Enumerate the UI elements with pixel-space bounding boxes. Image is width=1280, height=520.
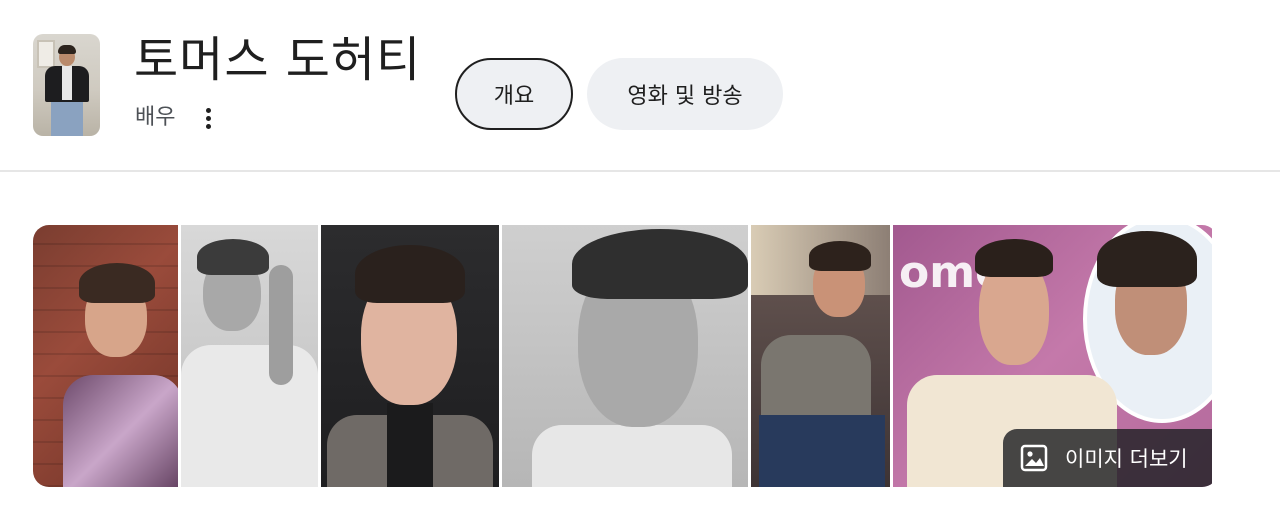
more-images-button[interactable]: 이미지 더보기 bbox=[1003, 429, 1212, 487]
gallery-image-1[interactable] bbox=[33, 225, 178, 487]
tab-movies-tv-label: 영화 및 방송 bbox=[627, 84, 743, 109]
image-gallery: omc 이미지 더보기 bbox=[33, 225, 1218, 487]
more-images-label: 이미지 더보기 bbox=[1065, 447, 1188, 471]
gallery-image-5[interactable] bbox=[751, 225, 890, 487]
knowledge-panel-header: 토머스 도허티 배우 개요 영화 및 방송 bbox=[0, 0, 1280, 170]
tab-overview-label: 개요 bbox=[493, 84, 535, 109]
tab-movies-tv[interactable]: 영화 및 방송 bbox=[587, 58, 783, 130]
header-divider bbox=[0, 170, 1280, 172]
gallery-image-3[interactable] bbox=[321, 225, 499, 487]
entity-subtitle: 배우 bbox=[135, 105, 176, 130]
entity-title: 토머스 도허티 bbox=[134, 32, 422, 88]
tab-overview[interactable]: 개요 bbox=[455, 58, 573, 130]
image-icon bbox=[1020, 444, 1048, 472]
gallery-image-4[interactable] bbox=[502, 225, 748, 487]
entity-thumbnail[interactable] bbox=[33, 34, 100, 136]
gallery-image-2[interactable] bbox=[181, 225, 318, 487]
gallery-image-6[interactable]: omc 이미지 더보기 bbox=[893, 225, 1212, 487]
more-vert-icon[interactable] bbox=[196, 104, 220, 132]
